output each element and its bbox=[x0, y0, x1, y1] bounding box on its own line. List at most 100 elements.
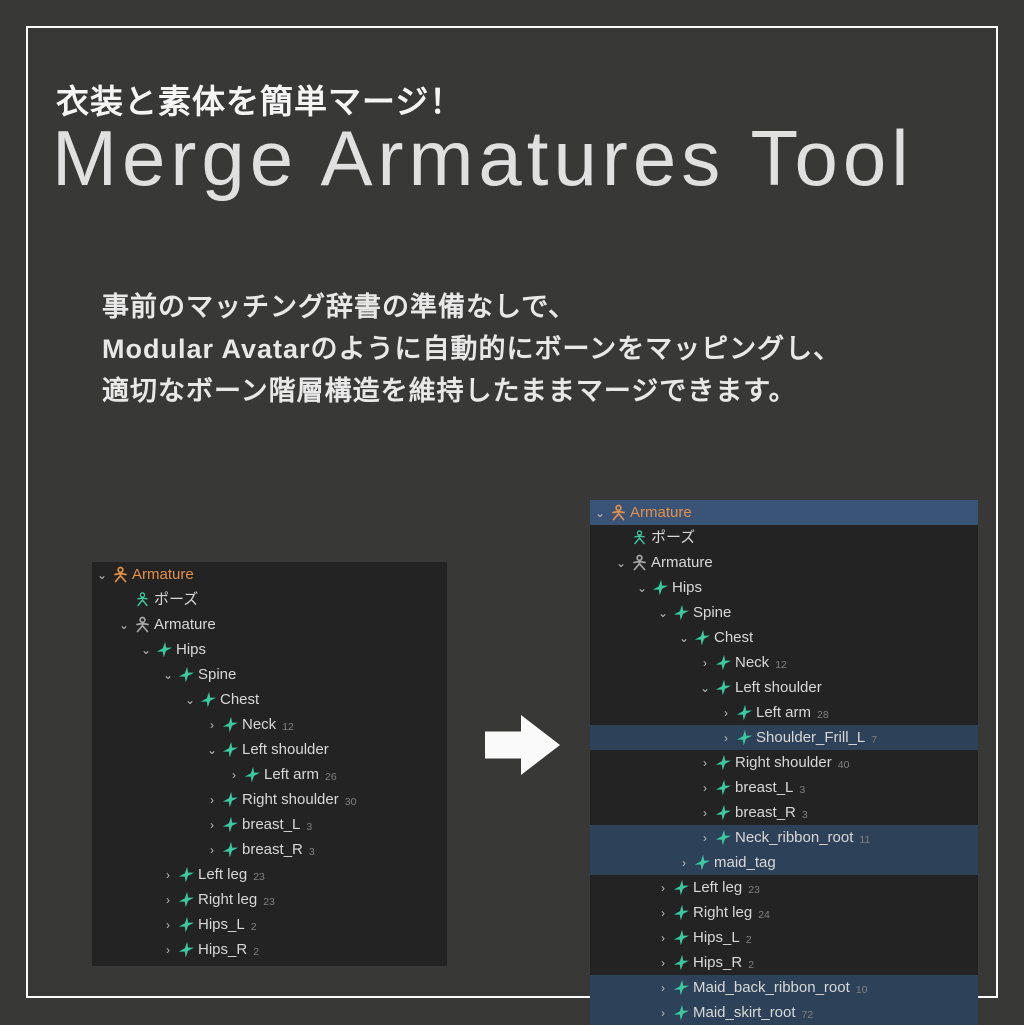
armature-icon bbox=[110, 565, 130, 585]
tree-row[interactable]: ›Hips_L2 bbox=[590, 925, 978, 950]
chevron-right-icon[interactable]: › bbox=[160, 894, 176, 906]
tree-row[interactable]: ›Neck12 bbox=[590, 650, 978, 675]
chevron-down-icon[interactable]: ⌄ bbox=[676, 632, 692, 644]
chevron-right-icon[interactable]: › bbox=[655, 907, 671, 919]
tree-row[interactable]: ›Hips_L2 bbox=[92, 912, 447, 937]
tree-row[interactable]: › Left leg 23 bbox=[92, 862, 447, 887]
tree-row-label: Neck_ribbon_root bbox=[735, 830, 853, 845]
bone-icon bbox=[176, 865, 196, 885]
chevron-down-icon[interactable]: ⌄ bbox=[182, 694, 198, 706]
chevron-right-icon[interactable]: › bbox=[718, 732, 734, 744]
tree-row[interactable]: ⌄Left shoulder bbox=[92, 737, 447, 762]
chevron-right-icon[interactable]: › bbox=[655, 882, 671, 894]
chevron-right-icon[interactable]: › bbox=[226, 769, 242, 781]
chevron-down-icon[interactable]: ⌄ bbox=[204, 744, 220, 756]
count-badge: 24 bbox=[758, 910, 770, 921]
tree-row[interactable]: ›breast_R3 bbox=[92, 837, 447, 862]
tree-row[interactable]: ›Right leg23 bbox=[92, 887, 447, 912]
tree-row-label: Right leg bbox=[198, 892, 257, 907]
tree-row[interactable]: ⌄Spine bbox=[590, 600, 978, 625]
chevron-right-icon[interactable]: › bbox=[697, 657, 713, 669]
tree-row-label: breast_L bbox=[735, 780, 793, 795]
chevron-right-icon[interactable]: › bbox=[204, 719, 220, 731]
tree-row[interactable]: ›Left leg23 bbox=[590, 875, 978, 900]
count-badge: 11 bbox=[859, 835, 870, 846]
tree-row-label: Left leg bbox=[198, 867, 247, 882]
chevron-right-icon[interactable]: › bbox=[655, 1007, 671, 1019]
tree-row[interactable]: ⌄Hips bbox=[590, 575, 978, 600]
tree-row[interactable]: ›breast_R3 bbox=[590, 800, 978, 825]
bone-icon bbox=[734, 728, 754, 748]
tree-row[interactable]: ›Maid_skirt_root72 bbox=[590, 1000, 978, 1025]
tree-row[interactable]: ›Hips_R2 bbox=[92, 937, 447, 962]
chevron-down-icon[interactable]: ⌄ bbox=[592, 507, 608, 519]
count-badge: 23 bbox=[253, 872, 265, 883]
tree-row[interactable]: ⌄Hips bbox=[92, 637, 447, 662]
count-badge: 12 bbox=[775, 660, 787, 671]
chevron-right-icon[interactable]: › bbox=[697, 832, 713, 844]
tree-row[interactable]: ›Maid_back_ribbon_root10 bbox=[590, 975, 978, 1000]
bone-icon bbox=[176, 940, 196, 960]
tree-row[interactable]: ›Right shoulder40 bbox=[590, 750, 978, 775]
chevron-right-icon[interactable]: › bbox=[160, 919, 176, 931]
tree-row[interactable]: ›Right leg24 bbox=[590, 900, 978, 925]
tree-row-label: Right shoulder bbox=[735, 755, 832, 770]
tree-row-label: Hips_R bbox=[198, 942, 247, 957]
chevron-down-icon[interactable]: ⌄ bbox=[613, 557, 629, 569]
tree-row[interactable]: ›Shoulder_Frill_L7 bbox=[590, 725, 978, 750]
chevron-right-icon[interactable]: › bbox=[655, 932, 671, 944]
chevron-down-icon[interactable]: ⌄ bbox=[655, 607, 671, 619]
tree-row-label: ポーズ bbox=[154, 592, 198, 607]
tree-row[interactable]: ›Neck12 bbox=[92, 712, 447, 737]
tree-row[interactable]: ⌄Chest bbox=[590, 625, 978, 650]
tree-row[interactable]: ›Hips_R2 bbox=[590, 950, 978, 975]
chevron-down-icon[interactable]: ⌄ bbox=[697, 682, 713, 694]
tree-row-label: Armature bbox=[154, 617, 216, 632]
tree-row[interactable]: ⌄Chest bbox=[92, 687, 447, 712]
chevron-right-icon[interactable]: › bbox=[160, 869, 176, 881]
bone-icon bbox=[671, 928, 691, 948]
chevron-down-icon[interactable]: ⌄ bbox=[94, 569, 110, 581]
tree-row-label: Armature bbox=[651, 555, 713, 570]
chevron-down-icon[interactable]: ⌄ bbox=[160, 669, 176, 681]
tree-row[interactable]: ›Left arm26 bbox=[92, 762, 447, 787]
tree-row[interactable]: ›maid_tag bbox=[590, 850, 978, 875]
chevron-right-icon[interactable]: › bbox=[718, 707, 734, 719]
chevron-right-icon[interactable]: › bbox=[697, 807, 713, 819]
bone-icon bbox=[671, 878, 691, 898]
tree-row[interactable]: ⌄ Armature bbox=[92, 612, 447, 637]
bone-icon bbox=[671, 903, 691, 923]
tree-row[interactable]: ⌄Armature bbox=[92, 562, 447, 587]
bone-icon bbox=[692, 853, 712, 873]
tree-row[interactable]: ›Right shoulder30 bbox=[92, 787, 447, 812]
tree-row[interactable]: ›breast_L3 bbox=[590, 775, 978, 800]
chevron-down-icon[interactable]: ⌄ bbox=[634, 582, 650, 594]
tree-row[interactable]: ⌄Armature bbox=[590, 500, 978, 525]
armature-icon bbox=[629, 553, 649, 573]
tree-row[interactable]: ⌄ Armature bbox=[590, 550, 978, 575]
tree-row[interactable]: ›Left arm28 bbox=[590, 700, 978, 725]
tree-row-label: Right shoulder bbox=[242, 792, 339, 807]
tree-row[interactable]: ·ポーズ bbox=[590, 525, 978, 550]
tree-row[interactable]: › Neck_ribbon_root 11 bbox=[590, 825, 978, 850]
chevron-right-icon[interactable]: › bbox=[697, 757, 713, 769]
tree-row-label: Left shoulder bbox=[735, 680, 822, 695]
tree-row[interactable]: ⌄Spine bbox=[92, 662, 447, 687]
count-badge: 7 bbox=[871, 735, 877, 746]
chevron-right-icon[interactable]: › bbox=[697, 782, 713, 794]
chevron-right-icon[interactable]: › bbox=[676, 857, 692, 869]
chevron-right-icon[interactable]: › bbox=[204, 844, 220, 856]
chevron-down-icon[interactable]: ⌄ bbox=[138, 644, 154, 656]
chevron-right-icon[interactable]: › bbox=[655, 982, 671, 994]
tree-row[interactable]: ›breast_L3 bbox=[92, 812, 447, 837]
tree-row[interactable]: ·ポーズ bbox=[92, 587, 447, 612]
chevron-right-icon[interactable]: › bbox=[160, 944, 176, 956]
count-badge: 2 bbox=[748, 960, 754, 971]
hierarchy-tree-before: ⌄Armature·ポーズ⌄Armature⌄Hips⌄Spine⌄Chest›… bbox=[92, 562, 447, 966]
chevron-right-icon[interactable]: › bbox=[204, 794, 220, 806]
tree-row[interactable]: ⌄ Left shoulder bbox=[590, 675, 978, 700]
chevron-right-icon[interactable]: › bbox=[655, 957, 671, 969]
chevron-right-icon[interactable]: › bbox=[204, 819, 220, 831]
count-badge: 28 bbox=[817, 710, 829, 721]
chevron-down-icon[interactable]: ⌄ bbox=[116, 619, 132, 631]
